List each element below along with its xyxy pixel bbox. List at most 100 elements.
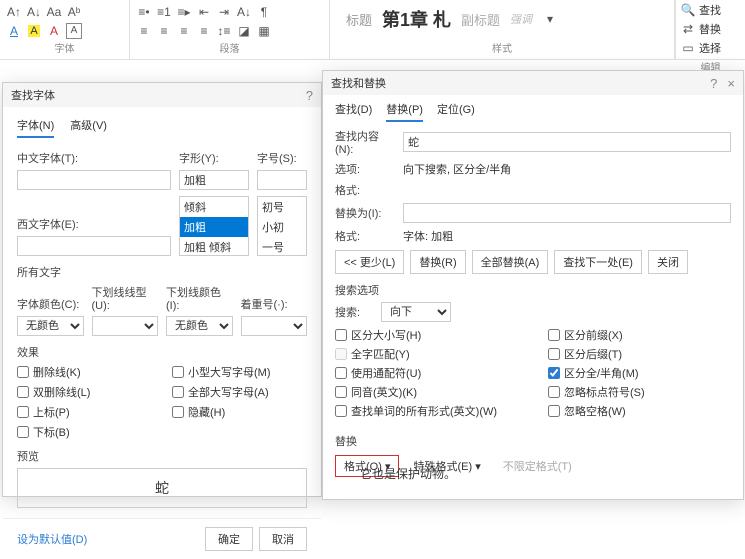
indent-dec-icon[interactable]: ⇤ <box>196 4 212 20</box>
replace-with-input[interactable] <box>403 203 731 223</box>
search-direction-select[interactable]: 向下 <box>381 302 451 322</box>
find-next-button[interactable]: 查找下一处(E) <box>554 250 642 274</box>
line-spacing-icon[interactable]: ↕≡ <box>216 23 232 39</box>
select-button[interactable]: ▭选择 <box>680 40 741 56</box>
char-border-icon[interactable]: A <box>66 23 82 39</box>
help-button[interactable]: ? <box>710 76 717 91</box>
style-subtitle[interactable]: 副标题 <box>461 10 500 29</box>
find-button[interactable]: 🔍查找 <box>680 2 741 18</box>
label-cn-font: 中文字体(T): <box>17 150 171 166</box>
chk-sounds[interactable]: 同音(英文)(K) <box>335 384 518 400</box>
indent-inc-icon[interactable]: ⇥ <box>216 4 232 20</box>
document-text: 它也是保护动物。 <box>360 465 456 482</box>
chk-suffix[interactable]: 区分后缀(T) <box>548 346 731 362</box>
chk-whole-word[interactable]: 全字匹配(Y) <box>335 346 518 362</box>
chk-ignore-punct[interactable]: 忽略标点符号(S) <box>548 384 731 400</box>
close-button[interactable]: × <box>727 76 735 91</box>
styles-more-icon[interactable]: ▾ <box>542 11 558 27</box>
find-replace-dialog: 查找和替换 ? × 查找(D) 替换(P) 定位(G) 查找内容(N): 选项:… <box>322 70 744 500</box>
font-grow-icon[interactable]: A↑ <box>6 4 22 20</box>
font-shrink-icon[interactable]: A↓ <box>26 4 42 20</box>
numbering-icon[interactable]: ≡1 <box>156 4 172 20</box>
ribbon-label: 样式 <box>336 40 668 57</box>
shading-icon[interactable]: ◪ <box>236 23 252 39</box>
dialog-title: 查找字体 <box>11 87 55 103</box>
bullets-icon[interactable]: ≡• <box>136 4 152 20</box>
find-what-input[interactable] <box>403 132 731 152</box>
label-size: 字号(S): <box>257 150 307 166</box>
multilevel-icon[interactable]: ≡▸ <box>176 4 192 20</box>
replace-button[interactable]: ⇄替换 <box>680 21 741 37</box>
clear-format-icon[interactable]: Aᵇ <box>66 4 82 20</box>
size-listbox[interactable]: 初号 小初 一号 <box>257 196 307 256</box>
find-font-dialog: 查找字体 ? 字体(N) 高级(V) 中文字体(T): 字形(Y): 字号(S)… <box>2 82 322 497</box>
tab-font[interactable]: 字体(N) <box>17 117 54 138</box>
cancel-button[interactable]: 取消 <box>259 527 307 551</box>
style-emphasis[interactable]: 强调 <box>510 11 532 27</box>
less-button[interactable]: << 更少(L) <box>335 250 404 274</box>
chk-sup[interactable]: 上标(P) <box>17 404 152 420</box>
ok-button[interactable]: 确定 <box>205 527 253 551</box>
underline-color-select[interactable]: 无颜色 <box>166 316 233 336</box>
label-west-font: 西文字体(E): <box>17 216 171 232</box>
cn-font-input[interactable] <box>17 170 171 190</box>
close-button2[interactable]: 关闭 <box>648 250 688 274</box>
chk-fullhalf[interactable]: 区分全/半角(M) <box>548 365 731 381</box>
align-right-icon[interactable]: ≡ <box>176 23 192 39</box>
font-red-icon[interactable]: A <box>46 23 62 39</box>
align-left-icon[interactable]: ≡ <box>136 23 152 39</box>
chk-hidden[interactable]: 隐藏(H) <box>172 404 307 420</box>
style-listbox[interactable]: 倾斜 加粗 加粗 倾斜 <box>179 196 249 256</box>
section-search-options: 搜索选项 <box>335 282 731 298</box>
chk-strike[interactable]: 删除线(K) <box>17 364 152 380</box>
align-center-icon[interactable]: ≡ <box>156 23 172 39</box>
align-justify-icon[interactable]: ≡ <box>196 23 212 39</box>
preview-box: 蛇 <box>17 468 307 508</box>
tab-goto[interactable]: 定位(G) <box>437 101 475 122</box>
ribbon-label: 字体 <box>6 40 123 57</box>
no-format-button: 不限定格式(T) <box>495 455 580 477</box>
borders-icon[interactable]: ▦ <box>256 23 272 39</box>
tab-replace[interactable]: 替换(P) <box>386 101 423 122</box>
chk-match-case[interactable]: 区分大小写(H) <box>335 327 518 343</box>
ribbon-group-edit: 🔍查找 ⇄替换 ▭选择 编辑 <box>675 0 745 59</box>
ribbon-group-paragraph: ≡• ≡1 ≡▸ ⇤ ⇥ A↓ ¶ ≡ ≡ ≡ ≡ ↕≡ ◪ ▦ 段落 <box>130 0 330 59</box>
chk-forms[interactable]: 查找单词的所有形式(英文)(W) <box>335 403 518 419</box>
replace-icon: ⇄ <box>680 21 696 37</box>
replace-all-button[interactable]: 全部替换(A) <box>472 250 549 274</box>
font-color-select[interactable]: 无颜色 <box>17 316 84 336</box>
highlight-icon[interactable]: A <box>26 23 42 39</box>
chk-wildcards[interactable]: 使用通配符(U) <box>335 365 518 381</box>
style-chapter[interactable]: 第1章 札 <box>382 6 451 32</box>
tab-advanced[interactable]: 高级(V) <box>70 117 107 138</box>
change-case-icon[interactable]: Aa <box>46 4 62 20</box>
chk-dstrike[interactable]: 双删除线(L) <box>17 384 152 400</box>
ribbon-group-font: A↑ A↓ Aa Aᵇ A A A A 字体 <box>0 0 130 59</box>
chk-allcap[interactable]: 全部大写字母(A) <box>172 384 307 400</box>
chk-smallcap[interactable]: 小型大写字母(M) <box>172 364 307 380</box>
chk-ignore-space[interactable]: 忽略空格(W) <box>548 403 731 419</box>
ribbon-group-styles: 标题 第1章 札 副标题 强调 ▾ 样式 <box>330 0 675 59</box>
size-input[interactable] <box>257 170 307 190</box>
style-title[interactable]: 标题 <box>346 10 372 29</box>
replace-button[interactable]: 替换(R) <box>410 250 465 274</box>
chk-prefix[interactable]: 区分前缀(X) <box>548 327 731 343</box>
help-button[interactable]: ? <box>306 88 313 103</box>
show-marks-icon[interactable]: ¶ <box>256 4 272 20</box>
chk-sub[interactable]: 下标(B) <box>17 424 152 440</box>
section-preview: 预览 <box>17 448 307 464</box>
style-input[interactable] <box>179 170 249 190</box>
sort-icon[interactable]: A↓ <box>236 4 252 20</box>
emphasis-select[interactable] <box>241 316 308 336</box>
tab-find[interactable]: 查找(D) <box>335 101 372 122</box>
section-effects: 效果 <box>17 344 307 360</box>
underline-style-select[interactable] <box>92 316 159 336</box>
font-color-icon[interactable]: A <box>6 23 22 39</box>
label-replace-with: 替换为(I): <box>335 205 397 221</box>
set-default-link[interactable]: 设为默认值(D) <box>17 531 87 547</box>
label-style: 字形(Y): <box>179 150 249 166</box>
select-icon: ▭ <box>680 40 696 56</box>
section-replace: 替换 <box>335 433 731 449</box>
west-font-input[interactable] <box>17 236 171 256</box>
ribbon-label: 段落 <box>136 40 323 57</box>
